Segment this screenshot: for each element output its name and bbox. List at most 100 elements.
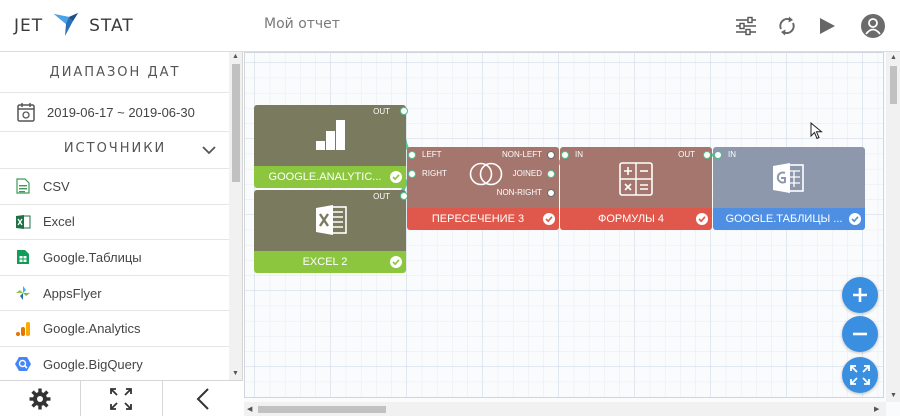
port-non-left[interactable] <box>547 151 555 159</box>
check-icon <box>543 213 555 225</box>
source-item-label: CSV <box>43 178 70 194</box>
app-header: JET STAT Мой отчет <box>0 0 900 52</box>
node-label: ФОРМУЛЫ 4 <box>560 208 712 230</box>
port-label-in: IN <box>575 150 583 159</box>
scrollbar-thumb[interactable] <box>258 406 386 413</box>
sources-list: CSV Excel Google.Таблицы AppsFlyer Googl… <box>0 168 230 382</box>
source-item-google-bigquery[interactable]: Google.BigQuery <box>0 345 230 382</box>
refresh-button[interactable] <box>773 12 801 40</box>
logo-text-right: STAT <box>89 16 134 36</box>
google-sheets-icon <box>773 163 804 193</box>
fullscreen-button[interactable] <box>81 381 163 416</box>
google-analytics-icon <box>15 321 31 337</box>
port-label-non-left: NON-LEFT <box>502 150 542 159</box>
report-title[interactable]: Мой отчет <box>264 16 340 32</box>
appsflyer-icon <box>15 285 31 301</box>
zoom-out-button[interactable] <box>842 316 878 352</box>
check-icon <box>849 213 861 225</box>
port-label-out: OUT <box>373 107 390 116</box>
source-item-excel[interactable]: Excel <box>0 203 230 240</box>
scroll-down-arrow[interactable]: ▼ <box>890 392 897 399</box>
port-label-right: RIGHT <box>422 169 447 178</box>
gear-icon <box>29 388 51 409</box>
port-out[interactable] <box>703 151 711 159</box>
port-out[interactable] <box>400 107 408 115</box>
sources-title[interactable]: ИСТОЧНИКИ <box>0 141 230 156</box>
refresh-icon <box>779 16 795 36</box>
port-joined[interactable] <box>547 170 555 178</box>
plus-icon <box>853 288 867 302</box>
scroll-down-arrow[interactable]: ▼ <box>232 370 239 377</box>
google-bigquery-icon <box>15 356 31 372</box>
source-item-csv[interactable]: CSV <box>0 168 230 204</box>
logo[interactable]: JET STAT <box>14 13 134 38</box>
port-label-in: IN <box>728 150 736 159</box>
intersection-icon <box>469 162 503 186</box>
csv-icon <box>15 178 31 194</box>
scroll-right-arrow[interactable]: ▶ <box>874 405 879 413</box>
sidebar: ДИАПАЗОН ДАТ 2019-06-17 ~ 2019-06-30 ИСТ… <box>0 52 243 416</box>
node-label: EXCEL 2 <box>254 251 406 273</box>
scroll-left-arrow[interactable]: ◀ <box>247 405 252 413</box>
check-icon <box>390 256 402 268</box>
play-icon <box>820 18 835 34</box>
canvas-horizontal-scrollbar[interactable]: ◀ ▶ <box>244 402 886 416</box>
source-item-appsflyer[interactable]: AppsFlyer <box>0 274 230 311</box>
port-label-joined: JOINED <box>512 169 542 178</box>
node-formulas[interactable]: IN OUT ФОРМУЛЫ 4 <box>560 147 712 230</box>
source-item-label: AppsFlyer <box>43 285 102 301</box>
node-intersection[interactable]: LEFT RIGHT NON-LEFT JOINED NON-RIGHT ПЕР… <box>407 147 559 230</box>
date-range-picker[interactable]: 2019-06-17 ~ 2019-06-30 <box>0 92 230 132</box>
date-range-value: 2019-06-17 ~ 2019-06-30 <box>47 104 195 120</box>
canvas-vertical-scrollbar[interactable]: ▲ ▼ <box>886 52 900 402</box>
user-account-button[interactable] <box>859 12 887 40</box>
port-left[interactable] <box>408 151 416 159</box>
port-label-left: LEFT <box>422 150 442 159</box>
settings-sliders-button[interactable] <box>732 12 760 40</box>
fit-to-screen-button[interactable] <box>842 357 878 393</box>
logo-text-left: JET <box>14 16 44 36</box>
source-item-google-sheets[interactable]: Google.Таблицы <box>0 239 230 275</box>
sidebar-scrollbar[interactable]: ▲ ▼ <box>229 52 242 380</box>
source-item-label: Excel <box>43 214 75 230</box>
google-analytics-icon <box>316 120 345 150</box>
google-sheets-icon <box>15 249 31 265</box>
port-in[interactable] <box>561 151 569 159</box>
calendar-icon <box>17 103 35 122</box>
scrollbar-thumb[interactable] <box>890 66 897 104</box>
expand-icon <box>110 387 133 410</box>
check-icon <box>696 213 708 225</box>
source-item-label: Google.Таблицы <box>43 249 142 265</box>
sliders-icon <box>736 16 756 36</box>
source-item-google-analytics[interactable]: Google.Analytics <box>0 310 230 346</box>
excel-icon <box>316 205 347 235</box>
node-google-analytics[interactable]: OUT GOOGLE.ANALYTIC... <box>254 105 408 188</box>
user-icon <box>861 14 885 38</box>
node-label: ПЕРЕСЕЧЕНИЕ 3 <box>407 208 559 230</box>
port-in[interactable] <box>714 151 722 159</box>
source-item-label: Google.BigQuery <box>43 356 143 372</box>
zoom-in-button[interactable] <box>842 277 878 313</box>
minus-icon <box>853 332 867 336</box>
scroll-up-arrow[interactable]: ▲ <box>890 54 897 61</box>
sidebar-toolbar <box>0 380 243 416</box>
scroll-up-arrow[interactable]: ▲ <box>232 53 239 60</box>
calculator-icon <box>619 162 653 196</box>
scrollbar-thumb[interactable] <box>232 64 240 182</box>
node-excel[interactable]: OUT EXCEL 2 <box>254 190 408 273</box>
run-button[interactable] <box>813 12 841 40</box>
flow-canvas[interactable]: OUT GOOGLE.ANALYTIC... OUT EXCEL 2 LEFT … <box>244 52 900 416</box>
settings-button[interactable] <box>0 381 82 416</box>
fit-screen-icon <box>850 365 870 385</box>
check-icon <box>390 171 402 183</box>
chevron-down-icon[interactable] <box>202 143 216 157</box>
excel-icon <box>15 214 31 230</box>
node-google-sheets[interactable]: IN GOOGLE.ТАБЛИЦЫ ... <box>713 147 865 230</box>
chevron-left-icon <box>196 387 209 410</box>
port-non-right[interactable] <box>547 189 555 197</box>
collapse-sidebar-button[interactable] <box>163 381 243 416</box>
port-label-out: OUT <box>373 192 390 201</box>
logo-bird-icon <box>54 13 79 36</box>
port-right[interactable] <box>408 170 416 178</box>
port-label-out: OUT <box>678 150 695 159</box>
